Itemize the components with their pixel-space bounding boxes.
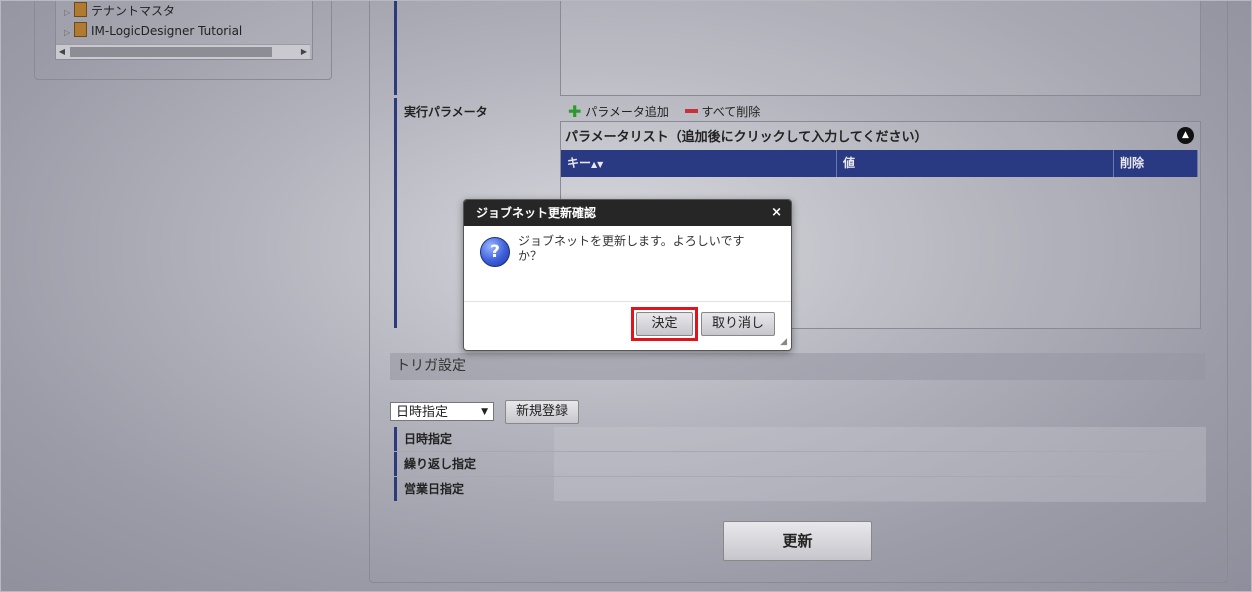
trigger-row-value	[554, 477, 1206, 501]
horizontal-scrollbar[interactable]: ◀ ▶	[56, 44, 310, 59]
add-param-button[interactable]: ✚ パラメータ追加	[568, 102, 669, 121]
sort-icon[interactable]: ▲▼	[591, 160, 603, 169]
param-list-title: パラメータリスト（追加後にクリックして入力してください）	[565, 130, 928, 145]
ok-button-highlight	[631, 307, 698, 341]
confirm-dialog: ジョブネット更新確認 × ? ジョブネットを更新します。よろしいです か？ 決定…	[463, 199, 792, 351]
question-icon: ?	[480, 237, 510, 267]
close-icon[interactable]: ×	[771, 200, 782, 226]
trigger-row-value	[554, 452, 1206, 476]
dialog-divider	[464, 301, 791, 302]
expand-triangle-icon[interactable]: ▷	[64, 24, 74, 42]
dialog-title: ジョブネット更新確認	[464, 200, 791, 226]
column-header-value: 値	[837, 150, 1114, 177]
description-textarea[interactable]	[560, 1, 1201, 96]
new-register-button[interactable]: 新規登録	[505, 400, 579, 424]
param-actions: ✚ パラメータ追加 すべて削除	[568, 102, 760, 121]
scroll-right-arrow-icon[interactable]: ▶	[298, 45, 310, 59]
tree-panel: ▷ テナントマスタ ▷ IM-LogicDesigner Tutorial ◀ ▶	[34, 1, 332, 80]
scroll-left-arrow-icon[interactable]: ◀	[56, 45, 68, 59]
dialog-message: ジョブネットを更新します。よろしいです か？	[518, 234, 745, 263]
book-icon	[74, 22, 87, 37]
trigger-row-value	[554, 427, 1206, 451]
trigger-row-label: 繰り返し指定	[394, 452, 554, 476]
tree-item-logicdesigner-tutorial[interactable]: ▷ IM-LogicDesigner Tutorial	[64, 22, 242, 40]
trigger-row-label: 日時指定	[394, 427, 554, 451]
book-icon	[74, 2, 87, 17]
chevron-down-icon: ▼	[481, 407, 488, 417]
tree-item-label: IM-LogicDesigner Tutorial	[91, 24, 243, 38]
trigger-row-repeat[interactable]: 繰り返し指定	[394, 452, 1206, 477]
column-header-delete: 削除	[1114, 150, 1198, 177]
delete-all-button[interactable]: すべて削除	[673, 105, 760, 119]
trigger-row-label: 営業日指定	[394, 477, 554, 501]
collapse-icon[interactable]: ▲	[1177, 127, 1194, 144]
update-button[interactable]: 更新	[723, 521, 872, 561]
tree-view: ▷ テナントマスタ ▷ IM-LogicDesigner Tutorial ◀ ▶	[55, 1, 313, 60]
cancel-button[interactable]: 取り消し	[701, 312, 775, 336]
scrollbar-thumb[interactable]	[70, 47, 272, 57]
resize-grip-icon[interactable]: ◢	[780, 337, 787, 347]
trigger-row-datetime[interactable]: 日時指定	[394, 427, 1206, 452]
expand-triangle-icon[interactable]: ▷	[64, 4, 74, 22]
column-header-key[interactable]: キー▲▼	[561, 150, 837, 177]
trigger-section-header: トリガ設定	[390, 353, 1205, 380]
trigger-type-select[interactable]: 日時指定 ▼	[390, 402, 494, 421]
minus-icon	[684, 109, 698, 113]
trigger-row-business-day[interactable]: 営業日指定	[394, 477, 1206, 502]
tree-item-tenant-master[interactable]: ▷ テナントマスタ	[64, 2, 175, 20]
param-table-header: キー▲▼ 値 削除	[561, 150, 1198, 177]
tree-item-label: テナントマスタ	[91, 4, 176, 18]
page-frame: ▷ テナントマスタ ▷ IM-LogicDesigner Tutorial ◀ ▶ …	[0, 0, 1252, 592]
description-row-label	[394, 1, 554, 95]
plus-icon: ✚	[568, 102, 582, 121]
